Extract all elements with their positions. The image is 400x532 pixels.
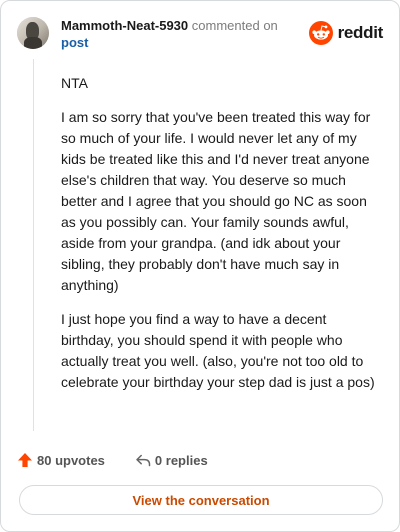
reply-arrow-icon — [136, 454, 151, 467]
comment-paragraph: NTA — [61, 75, 88, 91]
reddit-logo-icon — [308, 21, 333, 45]
comment-paragraph: I just hope you find a way to have a dec… — [61, 311, 375, 390]
comment-header: Mammoth-Neat-5930 commented on post — [61, 17, 291, 51]
brand-wordmark: reddit — [337, 23, 384, 42]
upvote-count: 80 upvotes — [37, 452, 105, 468]
comment-card: Mammoth-Neat-5930 commented on post redd… — [0, 0, 400, 532]
view-conversation-button[interactable]: View the conversation — [19, 485, 383, 515]
comment-body: NTA I am so sorry that you've been treat… — [61, 73, 379, 406]
username-link[interactable]: Mammoth-Neat-5930 — [61, 18, 188, 33]
post-link[interactable]: post — [61, 34, 291, 51]
reply-count: 0 replies — [154, 452, 208, 468]
comment-actions: 80 upvotes 0 replies — [17, 449, 208, 471]
reddit-logo[interactable]: reddit — [308, 21, 384, 45]
replies-button[interactable]: 0 replies — [135, 452, 208, 468]
thread-line — [33, 59, 34, 431]
comment-paragraph: I am so sorry that you've been treated t… — [61, 109, 371, 293]
user-avatar[interactable] — [17, 17, 49, 49]
action-text: commented on — [191, 18, 278, 33]
upvote-button[interactable]: 80 upvotes — [17, 452, 105, 468]
upvote-arrow-icon — [18, 453, 32, 467]
